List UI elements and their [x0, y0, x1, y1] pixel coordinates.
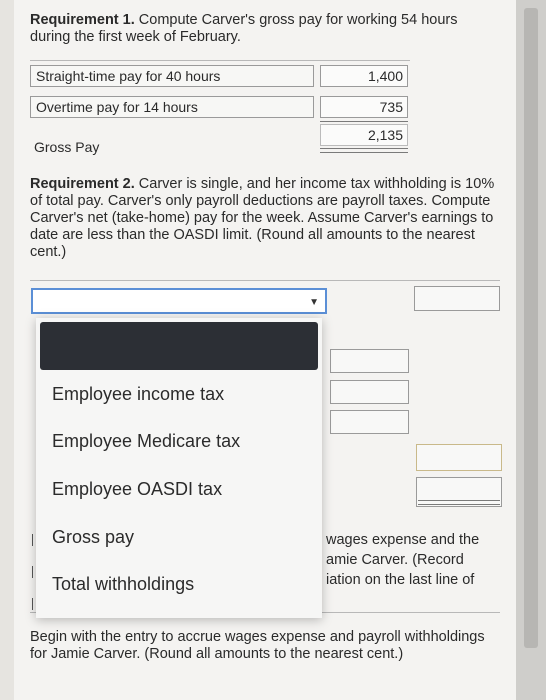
straight-time-amount-input[interactable]: 1,400	[320, 65, 408, 87]
gross-pay-amount-input[interactable]: 2,135	[320, 124, 408, 146]
requirement-2-text: Requirement 2. Carver is single, and her…	[30, 176, 500, 261]
amount-input[interactable]	[416, 444, 502, 471]
amount-input[interactable]	[330, 410, 409, 434]
double-underline	[418, 500, 500, 505]
option-gross-pay[interactable]: Gross pay	[52, 527, 134, 548]
overtime-label: Overtime pay for 14 hours	[30, 96, 314, 118]
requirement-2-label: Requirement 2.	[30, 176, 135, 192]
margin-mark	[32, 598, 33, 610]
margin-mark	[32, 534, 33, 546]
option-employee-income-tax[interactable]: Employee income tax	[52, 384, 224, 405]
option-employee-oasdi-tax[interactable]: Employee OASDI tax	[52, 479, 222, 500]
gross-pay-label: Gross Pay	[34, 139, 100, 155]
overtime-amount-input[interactable]: 735	[320, 96, 408, 118]
journal-instruction: Begin with the entry to accrue wages exp…	[30, 629, 485, 662]
amount-input[interactable]	[330, 349, 409, 373]
requirement-1-label: Requirement 1.	[30, 12, 135, 28]
account-dropdown-menu[interactable]: Employee income tax Employee Medicare ta…	[36, 318, 322, 618]
straight-time-label: Straight-time pay for 40 hours	[30, 65, 314, 87]
requirement-3-partial-line: iation on the last line of	[326, 572, 475, 588]
double-underline	[320, 148, 408, 153]
chevron-down-icon[interactable]: ▼	[309, 297, 319, 308]
option-total-withholdings[interactable]: Total withholdings	[52, 574, 194, 595]
account-select[interactable]: ▼	[31, 288, 327, 314]
dropdown-highlighted-option[interactable]	[40, 322, 318, 370]
scrollbar[interactable]	[516, 0, 546, 700]
requirement-1-text: Requirement 1. Compute Carver's gross pa…	[30, 12, 500, 46]
requirement-3-partial-line: amie Carver. (Record	[326, 552, 464, 568]
amount-input[interactable]	[414, 286, 500, 311]
sum-line	[320, 121, 408, 122]
margin-mark	[32, 566, 33, 578]
scrollbar-thumb[interactable]	[524, 8, 538, 648]
requirement-3-partial-line: wages expense and the	[326, 532, 480, 548]
divider	[30, 60, 410, 61]
divider	[30, 280, 500, 281]
option-employee-medicare-tax[interactable]: Employee Medicare tax	[52, 431, 240, 452]
amount-input[interactable]	[330, 380, 409, 404]
